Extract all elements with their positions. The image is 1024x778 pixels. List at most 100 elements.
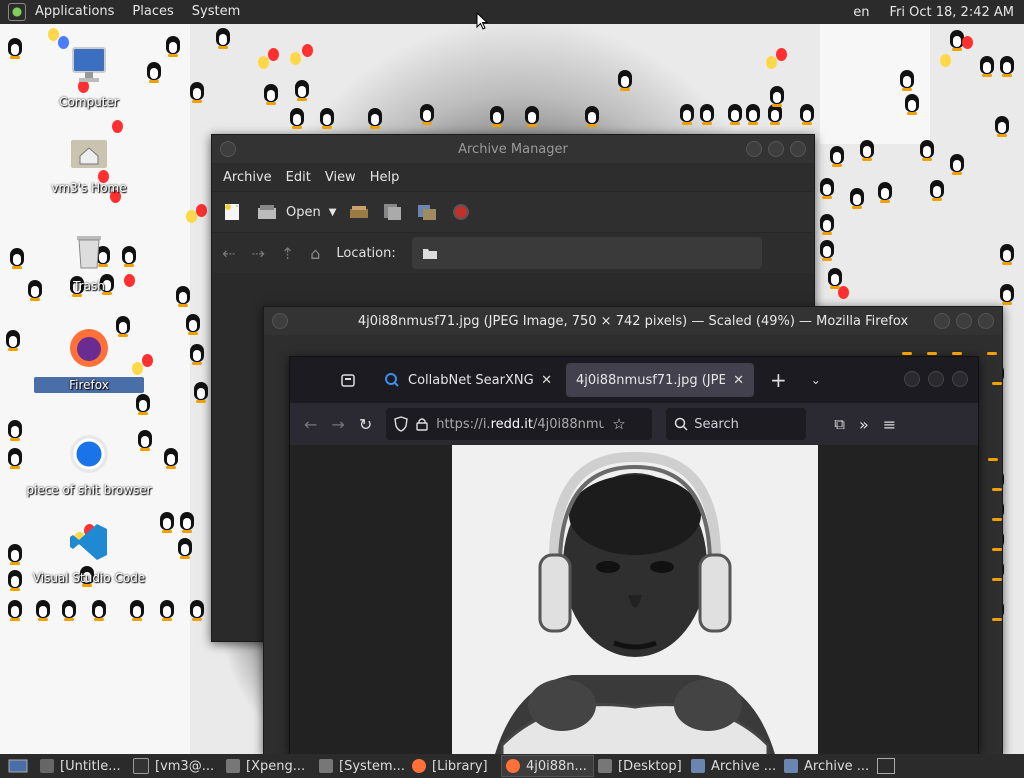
- open-button[interactable]: Open ▼: [256, 202, 336, 222]
- workspace-switcher-icon[interactable]: [877, 758, 895, 774]
- shield-icon[interactable]: [394, 416, 408, 432]
- firefox-icon: [412, 759, 426, 773]
- taskbar-item-label: [vm3@...: [155, 758, 215, 774]
- maximize-button[interactable]: [956, 313, 972, 329]
- forward-icon[interactable]: →: [331, 415, 344, 434]
- taskbar-item-untitled[interactable]: [Untitle...: [36, 755, 129, 777]
- menu-archive[interactable]: Archive: [216, 170, 279, 185]
- open-icon: [258, 205, 276, 219]
- extensions-icon[interactable]: ⧉: [834, 415, 845, 433]
- minimize-button[interactable]: [934, 313, 950, 329]
- open-label: Open: [286, 204, 321, 220]
- extract-icon[interactable]: [348, 202, 370, 222]
- search-placeholder: Search: [694, 416, 739, 432]
- tab-overview-icon[interactable]: [340, 372, 356, 388]
- desktop-icon-label: Trash: [73, 279, 105, 293]
- keyboard-layout[interactable]: en: [843, 5, 879, 20]
- desktop-icon-label: Firefox: [34, 377, 144, 393]
- taskbar-item-label: Archive ...: [711, 758, 777, 774]
- taskbar-item-archive-2[interactable]: Archive ...: [780, 755, 873, 777]
- gnome-foot-icon[interactable]: [8, 3, 26, 21]
- archive-manager-menubar: Archive Edit View Help: [212, 163, 814, 191]
- desktop-icon-trash[interactable]: Trash: [34, 228, 144, 293]
- taskbar-item-desktop[interactable]: [Desktop]: [594, 755, 687, 777]
- clock[interactable]: Fri Oct 18, 2:42 AM: [880, 5, 1024, 20]
- archive-icon: [784, 759, 798, 773]
- close-tab-icon[interactable]: ✕: [733, 373, 744, 388]
- close-button[interactable]: [790, 141, 806, 157]
- desktop-icon-label: Visual Studio Code: [32, 571, 146, 585]
- add-files-icon[interactable]: [382, 202, 404, 222]
- reload-icon[interactable]: ↻: [359, 415, 372, 434]
- window-menu-button[interactable]: [220, 141, 236, 157]
- close-button[interactable]: [952, 371, 968, 387]
- taskbar-item-label: [System...: [339, 758, 405, 774]
- searxng-icon: [385, 373, 399, 387]
- taskbar-item-label: [Untitle...: [60, 758, 121, 774]
- bookmark-star-icon[interactable]: ☆: [612, 415, 625, 433]
- portrait-photo-icon: [452, 445, 818, 755]
- taskbar-item-archive-1[interactable]: Archive ...: [687, 755, 780, 777]
- menu-places[interactable]: Places: [123, 0, 182, 24]
- taskbar-item-label: [Desktop]: [618, 758, 682, 774]
- archive-manager-titlebar[interactable]: Archive Manager: [212, 135, 814, 163]
- desktop-icon-vscode[interactable]: Visual Studio Code: [24, 520, 154, 585]
- maximize-button[interactable]: [928, 371, 944, 387]
- computer-icon: [72, 47, 106, 82]
- window-title: Archive Manager: [458, 141, 568, 157]
- menu-view[interactable]: View: [318, 170, 363, 185]
- url-text: https://i.redd.it/4j0i88nmu: [436, 417, 604, 432]
- top-panel: Applications Places System en Fri Oct 18…: [0, 0, 1024, 24]
- maximize-button[interactable]: [768, 141, 784, 157]
- tab-jpeg-image[interactable]: 4j0i88nmusf71.jpg (JPEG Ima ✕: [566, 363, 754, 397]
- window-menu-button[interactable]: [272, 313, 288, 329]
- taskbar-item-label: [Xpeng...: [246, 758, 306, 774]
- home-icon[interactable]: ⌂: [310, 244, 320, 263]
- close-button[interactable]: [978, 313, 994, 329]
- taskbar-item-terminal[interactable]: [vm3@...: [129, 755, 222, 777]
- location-field[interactable]: [411, 237, 762, 269]
- tab-collabnet-searxng[interactable]: CollabNet SearXNG ✕: [374, 363, 562, 397]
- jpeg-image[interactable]: [452, 445, 818, 755]
- new-tab-icon[interactable]: +: [770, 368, 787, 392]
- up-arrow-icon[interactable]: ⇡: [281, 244, 294, 263]
- search-box[interactable]: Search: [666, 408, 807, 440]
- chevron-down-icon[interactable]: ▼: [329, 207, 337, 218]
- desktop-icon-computer[interactable]: Computer: [34, 44, 144, 109]
- stop-icon[interactable]: [450, 202, 472, 222]
- url-bar[interactable]: https://i.redd.it/4j0i88nmu ☆: [386, 408, 653, 440]
- firefox-tabbar: CollabNet SearXNG ✕ 4j0i88nmusf71.jpg (J…: [290, 357, 978, 403]
- forward-arrow-icon[interactable]: ⇢: [251, 244, 264, 263]
- page-content: [290, 445, 978, 755]
- menu-system[interactable]: System: [183, 0, 249, 24]
- desktop-icon-label: vm3's Home: [51, 181, 127, 195]
- folder-icon: [319, 759, 333, 773]
- hamburger-menu-icon[interactable]: ≡: [883, 415, 896, 434]
- taskbar-item-xpeng[interactable]: [Xpeng...: [222, 755, 315, 777]
- menu-applications[interactable]: Applications: [26, 0, 123, 24]
- add-folder-icon[interactable]: [416, 202, 438, 222]
- list-all-tabs-icon[interactable]: ⌄: [811, 373, 821, 387]
- minimize-button[interactable]: [746, 141, 762, 157]
- vscode-icon: [70, 524, 107, 560]
- menu-edit[interactable]: Edit: [279, 170, 318, 185]
- archive-manager-toolbar: Open ▼: [212, 191, 814, 232]
- lock-icon[interactable]: [416, 417, 428, 431]
- overflow-chevron-icon[interactable]: »: [859, 415, 869, 434]
- close-tab-icon[interactable]: ✕: [541, 373, 552, 388]
- taskbar-item-library[interactable]: [Library]: [408, 755, 501, 777]
- chrome-icon: [70, 435, 108, 473]
- taskbar-item-firefox-image[interactable]: 4j0i88n...: [501, 755, 594, 777]
- menu-help[interactable]: Help: [363, 170, 407, 185]
- terminal-icon: [133, 758, 149, 774]
- desktop-icon-home[interactable]: vm3's Home: [34, 130, 144, 195]
- desktop-icon-chrome[interactable]: piece of shit browser: [24, 432, 154, 497]
- firefox-titlebar[interactable]: 4j0i88nmusf71.jpg (JPEG Image, 750 × 742…: [264, 307, 1002, 335]
- back-arrow-icon[interactable]: ⇠: [222, 244, 235, 263]
- taskbar-item-system[interactable]: [System...: [315, 755, 408, 777]
- new-archive-icon[interactable]: [222, 202, 244, 222]
- minimize-button[interactable]: [904, 371, 920, 387]
- show-desktop-left-icon[interactable]: [8, 758, 28, 774]
- taskbar-item-label: [Library]: [432, 758, 488, 774]
- back-icon[interactable]: ←: [304, 415, 317, 434]
